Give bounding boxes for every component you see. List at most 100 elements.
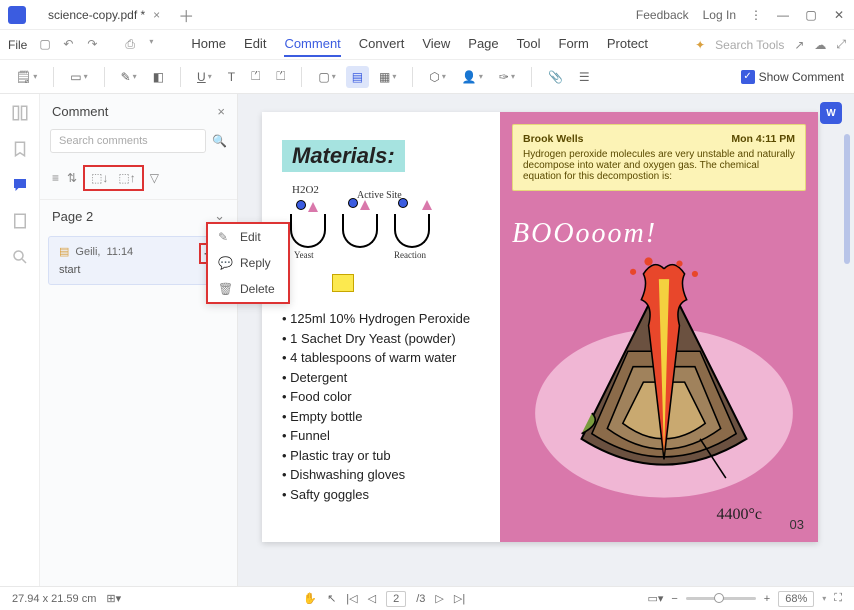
- close-tab-icon[interactable]: ×: [153, 8, 160, 22]
- tab-edit[interactable]: Edit: [244, 32, 266, 57]
- panel-close-icon[interactable]: ×: [217, 104, 225, 119]
- tab-protect[interactable]: Protect: [607, 32, 648, 57]
- sticky-time: Mon 4:11 PM: [731, 133, 795, 145]
- textbox-tool[interactable]: ⏍: [245, 65, 266, 88]
- measure-tool[interactable]: ⬡▾: [423, 66, 452, 88]
- tab-home[interactable]: Home: [191, 32, 226, 57]
- comment-panel-icon[interactable]: [11, 176, 29, 194]
- pencil-icon: ✎: [218, 230, 232, 244]
- comment-item[interactable]: ▤ Geili, 11:14 ⋯ start: [48, 236, 229, 285]
- ctx-delete[interactable]: 🗑 Delete: [208, 276, 288, 302]
- menu-tabs: Home Edit Comment Convert View Page Tool…: [191, 32, 648, 57]
- sticky-note-tool[interactable]: ▤: [346, 66, 369, 88]
- eraser-tool[interactable]: ◧: [147, 66, 170, 88]
- signature-tool[interactable]: ✑▾: [493, 66, 521, 88]
- ctx-edit[interactable]: ✎ Edit: [208, 224, 288, 250]
- expand-icon[interactable]: ⤢: [836, 37, 846, 52]
- comment-author: Geili,: [75, 246, 100, 258]
- document-viewport[interactable]: W Materials: H2O2 Active Site: [238, 94, 854, 586]
- word-export-badge[interactable]: W: [820, 102, 842, 124]
- prev-page-icon[interactable]: ◁: [368, 592, 376, 605]
- new-tab-button[interactable]: ＋: [178, 3, 194, 27]
- sort-az-icon[interactable]: ⇅: [65, 169, 79, 187]
- sort-list-icon[interactable]: ≡: [50, 169, 61, 187]
- sticky-text: Hydrogen peroxide molecules are very uns…: [523, 149, 795, 182]
- pencil-tool[interactable]: ✎▾: [115, 66, 143, 88]
- page-total: /3: [416, 593, 425, 605]
- tab-tool[interactable]: Tool: [517, 32, 541, 57]
- ruler-icon[interactable]: ⊞▾: [106, 592, 121, 605]
- wand-icon[interactable]: ✦: [695, 38, 705, 52]
- show-comment-toggle[interactable]: ✓ Show Comment: [741, 70, 844, 84]
- thumbnail-icon[interactable]: [11, 104, 29, 122]
- search-icon[interactable]: 🔍: [212, 134, 227, 148]
- sticky-note-popup[interactable]: Brook Wells Mon 4:11 PM Hydrogen peroxid…: [512, 124, 806, 191]
- last-page-icon[interactable]: ▷|: [454, 592, 465, 605]
- tab-view[interactable]: View: [422, 32, 450, 57]
- login-link[interactable]: Log In: [703, 8, 736, 22]
- shape-tool[interactable]: ▢▾: [312, 66, 341, 88]
- tab-page[interactable]: Page: [468, 32, 498, 57]
- text-tool[interactable]: T: [222, 66, 241, 88]
- comment-time: 11:14: [106, 246, 133, 258]
- hand-tool-icon[interactable]: ✋: [303, 592, 317, 605]
- list-tool[interactable]: ☰: [573, 66, 596, 88]
- comment-context-menu: ✎ Edit 💬 Reply 🗑 Delete: [206, 222, 290, 304]
- expand-icon[interactable]: ⬚↓: [89, 169, 110, 187]
- tab-form[interactable]: Form: [559, 32, 589, 57]
- print-icon[interactable]: ⎙: [125, 37, 141, 53]
- document-tab[interactable]: science-copy.pdf * ×: [38, 4, 170, 26]
- materials-heading: Materials:: [282, 140, 405, 172]
- maximize-button[interactable]: ▢: [804, 8, 818, 22]
- fullscreen-icon[interactable]: ⛶: [834, 592, 842, 605]
- callout-tool[interactable]: ⏍: [270, 65, 291, 88]
- note-tool[interactable]: 🗒▾: [10, 66, 43, 88]
- feedback-link[interactable]: Feedback: [636, 8, 689, 22]
- comment-search-input[interactable]: Search comments: [50, 129, 206, 153]
- caret-icon[interactable]: ▾: [149, 37, 165, 53]
- page-input[interactable]: 2: [386, 591, 406, 607]
- undo-icon[interactable]: ↶: [63, 37, 79, 53]
- expand-collapse-group: ⬚↓ ⬚↑: [83, 165, 144, 191]
- view-mode-icon[interactable]: ▭▾: [647, 592, 663, 605]
- attachment-tool[interactable]: 📎: [542, 66, 569, 88]
- comment-body: start: [59, 264, 218, 276]
- first-page-icon[interactable]: |◁: [346, 592, 357, 605]
- reply-icon: 💬: [218, 256, 232, 270]
- page-number: 03: [790, 517, 804, 532]
- highlight-tool[interactable]: ▭▾: [64, 66, 93, 88]
- tab-title: science-copy.pdf *: [48, 8, 145, 22]
- minimize-button[interactable]: —: [776, 8, 790, 22]
- attachment-panel-icon[interactable]: [11, 212, 29, 230]
- close-window-button[interactable]: ✕: [832, 8, 846, 22]
- file-menu[interactable]: File: [8, 38, 27, 52]
- search-tools-input[interactable]: Search Tools: [715, 38, 784, 52]
- search-panel-icon[interactable]: [11, 248, 29, 266]
- materials-list: 125ml 10% Hydrogen Peroxide 1 Sachet Dry…: [282, 309, 488, 504]
- zoom-in-icon[interactable]: +: [764, 593, 770, 605]
- collapse-icon[interactable]: ⬚↑: [116, 169, 137, 187]
- select-tool-icon[interactable]: ↖: [327, 592, 336, 605]
- ctx-reply[interactable]: 💬 Reply: [208, 250, 288, 276]
- zoom-value[interactable]: 68%: [778, 591, 814, 607]
- bookmark-icon[interactable]: [11, 140, 29, 158]
- stamp2-tool[interactable]: 👤▾: [456, 66, 489, 88]
- sticky-note-marker[interactable]: [332, 274, 354, 292]
- tab-convert[interactable]: Convert: [359, 32, 405, 57]
- redo-icon[interactable]: ↷: [87, 37, 103, 53]
- stamp-tool[interactable]: ▦▾: [373, 66, 402, 88]
- save-icon[interactable]: ▢: [39, 37, 55, 53]
- share-icon[interactable]: ↗: [794, 38, 804, 52]
- zoom-slider[interactable]: [686, 597, 756, 600]
- filter-icon[interactable]: ▽: [148, 169, 161, 187]
- zoom-out-icon[interactable]: −: [671, 593, 677, 605]
- menubar: File ▢ ↶ ↷ ⎙ ▾ Home Edit Comment Convert…: [0, 30, 854, 60]
- kebab-icon[interactable]: ⋮: [750, 8, 762, 22]
- page-dimensions: 27.94 x 21.59 cm: [12, 593, 96, 605]
- tab-comment[interactable]: Comment: [284, 32, 340, 57]
- underline-tool[interactable]: U▾: [191, 66, 218, 88]
- next-page-icon[interactable]: ▷: [435, 592, 443, 605]
- comment-panel: Comment × Search comments 🔍 ≡ ⇅ ⬚↓ ⬚↑ ▽ …: [40, 94, 238, 586]
- cloud-icon[interactable]: ☁: [814, 38, 826, 52]
- scrollbar-thumb[interactable]: [844, 134, 850, 264]
